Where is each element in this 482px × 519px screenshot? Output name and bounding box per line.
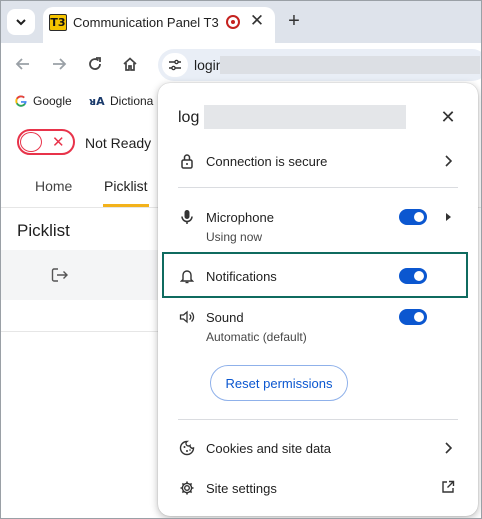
back-button[interactable] — [12, 53, 34, 75]
permission-status: Using now — [206, 230, 263, 244]
list-item[interactable] — [1, 250, 171, 300]
permission-label: Microphone — [206, 210, 274, 225]
notifications-toggle[interactable] — [399, 268, 427, 284]
permission-label: Sound — [206, 310, 244, 325]
reset-permissions-button[interactable]: Reset permissions — [210, 365, 348, 401]
site-info-button[interactable] — [162, 53, 188, 77]
connection-row[interactable]: Connection is secure — [158, 145, 478, 177]
permission-sound: Sound Automatic (default) — [158, 301, 478, 345]
forward-button[interactable] — [48, 53, 70, 75]
status-toggle[interactable]: ✕ — [17, 129, 75, 155]
tune-icon — [169, 59, 181, 71]
bell-icon — [178, 267, 196, 285]
permission-notifications: Notifications — [158, 261, 478, 291]
cookies-label: Cookies and site data — [206, 441, 332, 456]
google-icon — [15, 95, 27, 107]
svg-text:ᴚA: ᴚA — [89, 95, 105, 108]
home-button[interactable] — [119, 53, 141, 75]
url-redaction — [220, 56, 480, 74]
microphone-icon — [178, 208, 196, 226]
logout-icon[interactable] — [51, 267, 69, 283]
connection-label: Connection is secure — [206, 154, 328, 169]
divider — [178, 187, 458, 188]
host-redaction — [204, 105, 406, 129]
external-link-icon — [440, 480, 456, 494]
site-settings-label: Site settings — [206, 481, 277, 496]
section-title: Picklist — [17, 221, 70, 240]
popup-close-button[interactable]: ✕ — [438, 107, 458, 127]
caret-right-icon[interactable] — [442, 210, 454, 224]
new-tab-button[interactable]: + — [283, 10, 305, 32]
sound-toggle[interactable] — [399, 309, 427, 325]
bookmark-label: Dictiona — [110, 94, 154, 108]
dictionary-icon: ᴚA — [89, 95, 105, 108]
recording-icon — [226, 15, 240, 29]
reload-button[interactable] — [84, 53, 106, 75]
permission-microphone: Microphone Using now — [158, 201, 478, 245]
cookie-icon — [178, 439, 196, 457]
bookmark-google[interactable]: Google — [14, 94, 72, 108]
t3-favicon-icon: T3 — [49, 14, 67, 31]
gear-icon — [178, 479, 196, 497]
bookmark-label: Google — [33, 94, 72, 108]
tab-picklist[interactable]: Picklist — [104, 178, 148, 194]
arrow-right-icon — [53, 58, 67, 70]
row-divider — [1, 331, 171, 332]
arrow-left-icon — [15, 58, 29, 70]
chevron-right-icon — [442, 441, 454, 455]
site-info-popup: log ✕ Connection is secure Microphone Us… — [158, 83, 478, 516]
browser-toolbar: login — [1, 43, 481, 87]
site-settings-row[interactable]: Site settings — [158, 473, 478, 503]
tab-communication-panel[interactable]: T3 Communication Panel T3 ✕ — [43, 7, 275, 43]
home-icon — [123, 57, 137, 71]
permission-label: Notifications — [206, 269, 277, 284]
popup-host: log — [178, 109, 200, 126]
speaker-icon — [178, 308, 196, 326]
reload-icon — [89, 57, 101, 70]
address-bar[interactable]: login — [158, 49, 481, 81]
permission-status: Automatic (default) — [206, 330, 307, 344]
x-icon: ✕ — [52, 134, 65, 151]
tab-title: Communication Panel T3 — [73, 15, 219, 30]
tab-close-button[interactable]: ✕ — [248, 12, 266, 30]
tab-home[interactable]: Home — [35, 178, 72, 194]
microphone-toggle[interactable] — [399, 209, 427, 225]
toggle-knob — [20, 132, 42, 152]
divider — [178, 419, 458, 420]
lock-icon — [178, 152, 196, 170]
tab-search-button[interactable] — [7, 9, 35, 35]
cookies-row[interactable]: Cookies and site data — [158, 433, 478, 463]
chevron-right-icon — [442, 154, 454, 168]
chevron-down-icon — [16, 19, 26, 26]
browser-window: T3 Communication Panel T3 ✕ + login Goog… — [0, 0, 482, 519]
status-label: Not Ready — [85, 135, 152, 151]
bookmark-dictionary[interactable]: ᴚA Dictiona — [89, 94, 153, 108]
tab-strip: T3 Communication Panel T3 ✕ + — [1, 1, 481, 43]
